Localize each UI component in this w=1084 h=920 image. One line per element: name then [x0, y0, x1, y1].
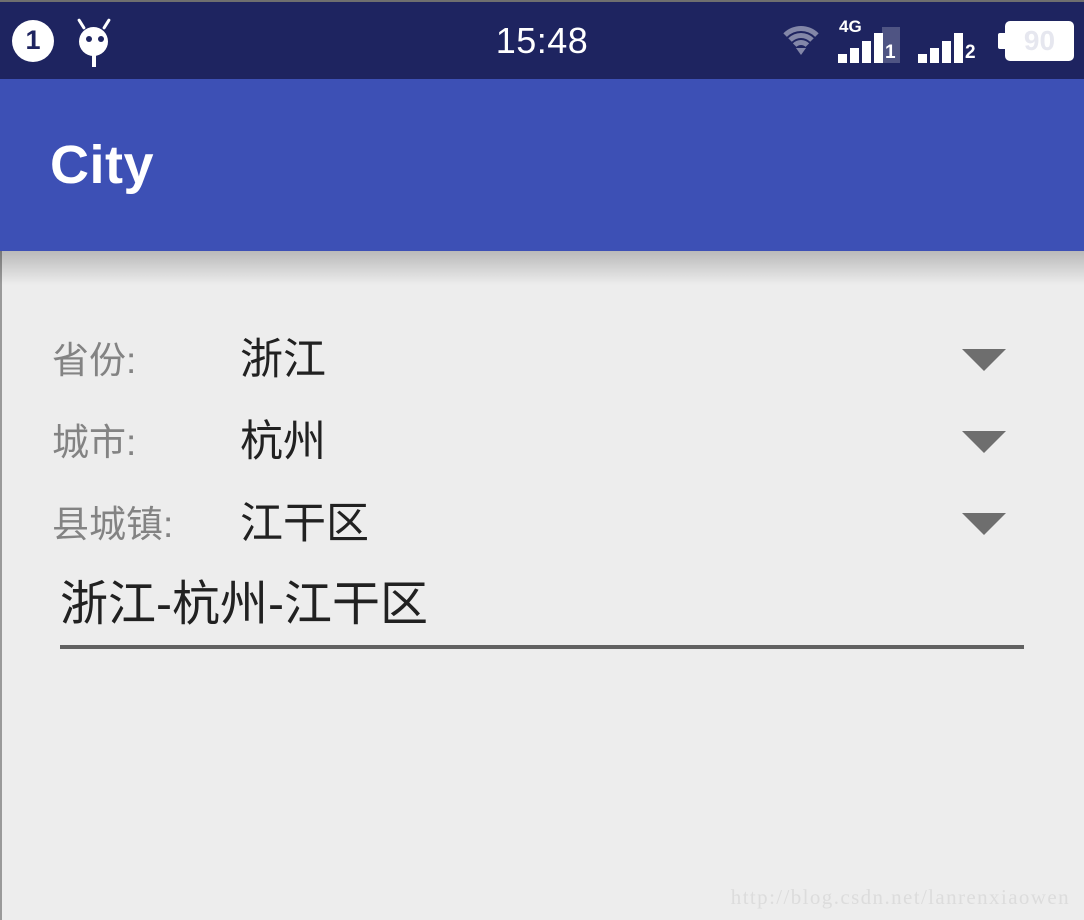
signal-bar [850, 47, 859, 63]
chevron-down-icon[interactable] [962, 431, 1006, 453]
selected-location-field[interactable]: 浙江-杭州-江干区 [60, 565, 1024, 649]
spinner-province-value: 浙江 [240, 335, 326, 384]
spinner-city[interactable]: 城市: 杭州 [52, 401, 1024, 483]
page-title: City [50, 135, 155, 195]
signal-bar [930, 47, 939, 63]
spinner-county-value: 江干区 [240, 499, 369, 548]
battery-icon: 90 [998, 20, 1074, 61]
main-content: 省份: 浙江 城市: 杭州 县城镇: 江干区 浙江-杭州-江干区 http://… [0, 251, 1084, 920]
phone-screen: 1 15:48 4G 1 2 90 City 省份: 浙江 城市: 杭州 县城镇… [0, 0, 1084, 920]
spinner-city-label: 城市: [52, 421, 137, 463]
status-bar: 1 15:48 4G 1 2 90 [0, 0, 1084, 79]
wifi-icon [776, 24, 826, 58]
status-bar-right-icons: 4G 1 2 90 [776, 2, 1074, 79]
app-bar: City [0, 79, 1084, 251]
signal-bars-sim2 [918, 32, 963, 63]
signal-bars-sim1 [838, 32, 883, 63]
selected-location-value: 浙江-杭州-江干区 [60, 578, 428, 631]
spinner-county-label: 县城镇: [52, 503, 174, 545]
battery-percent-label: 90 [1023, 24, 1056, 56]
signal-bar [918, 53, 927, 63]
battery-body: 90 [1005, 20, 1074, 61]
chevron-down-icon[interactable] [962, 513, 1006, 535]
chevron-down-icon[interactable] [962, 349, 1006, 371]
sim-slot-label-2: 2 [965, 41, 976, 63]
signal-bar [954, 32, 963, 63]
spinner-province-label: 省份: [52, 339, 137, 381]
spinner-county[interactable]: 县城镇: 江干区 [52, 483, 1024, 565]
signal-bar [838, 53, 847, 63]
sim-slot-label-1: 1 [885, 41, 896, 63]
wifi-dot [796, 47, 806, 55]
signal-bar [862, 40, 871, 63]
signal-icon-sim2: 2 [918, 19, 984, 63]
watermark-text: http://blog.csdn.net/lanrenxiaowen [730, 885, 1070, 909]
spinner-city-value: 杭州 [240, 417, 326, 466]
signal-bar [942, 40, 951, 63]
spinner-province[interactable]: 省份: 浙江 [52, 319, 1024, 401]
battery-nub [998, 32, 1005, 49]
signal-icon-sim1: 4G 1 [838, 18, 904, 63]
